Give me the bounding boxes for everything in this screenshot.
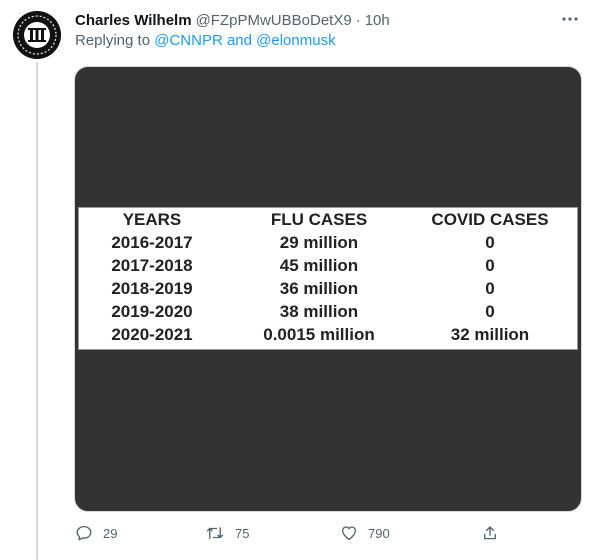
avatar[interactable]: [13, 11, 61, 59]
table-row: 2016-2017 29 million 0: [79, 233, 577, 257]
tweet-time[interactable]: 10h: [365, 12, 390, 29]
table-row: 2020-2021 0.0015 million 32 million: [79, 325, 577, 349]
table-row: 2018-2019 36 million 0: [79, 279, 577, 303]
retweet-icon: [206, 527, 224, 539]
mention-and[interactable]: and: [227, 32, 252, 49]
retweet-button[interactable]: 75: [205, 524, 249, 542]
flu-cell: 45 million: [279, 256, 359, 275]
share-icon: [484, 526, 496, 540]
header-years: YEARS: [122, 210, 182, 229]
table-header-row: YEARS FLU CASES COVID CASES: [79, 210, 577, 234]
covid-cell: 0: [485, 279, 495, 298]
covid-cell: 0: [485, 256, 495, 275]
flu-cell: 0.0015 million: [263, 325, 375, 344]
table-row: 2017-2018 45 million 0: [79, 256, 577, 280]
flu-cell: 36 million: [279, 279, 359, 298]
author-name[interactable]: Charles Wilhelm: [75, 12, 192, 29]
share-button[interactable]: [481, 524, 499, 542]
year-cell: 2018-2019: [111, 279, 193, 298]
year-cell: 2017-2018: [111, 256, 193, 275]
year-cell: 2020-2021: [111, 325, 193, 344]
separator-dot: ·: [355, 11, 361, 29]
flu-cell: 38 million: [279, 302, 359, 321]
header-flu-cases: FLU CASES: [270, 210, 368, 229]
author-handle[interactable]: @FZpPMwUBBoDetX9: [196, 12, 352, 29]
covid-cell: 0: [485, 233, 495, 252]
like-button[interactable]: 790: [340, 524, 390, 542]
year-cell: 2016-2017: [111, 233, 193, 252]
reply-count: 29: [103, 525, 118, 541]
flu-cell: 29 million: [279, 233, 359, 252]
covid-cell: 32 million: [450, 325, 530, 344]
year-cell: 2019-2020: [111, 302, 193, 321]
mention-cnnpr[interactable]: @CNNPR: [154, 32, 223, 49]
retweet-count: 75: [235, 525, 250, 541]
replying-prefix: Replying to: [75, 32, 151, 49]
tweet-header: Charles Wilhelm @FZpPMwUBBoDetX9 · 10h: [75, 10, 579, 30]
header-covid-cases: COVID CASES: [431, 210, 549, 229]
table-row: 2019-2020 38 million 0: [79, 302, 577, 326]
more-icon[interactable]: [559, 10, 581, 28]
action-bar: 29 75 790: [75, 524, 535, 546]
replying-to: Replying to @CNNPR and @elonmusk: [75, 32, 336, 49]
covid-cell: 0: [485, 302, 495, 321]
mention-elonmusk[interactable]: @elonmusk: [256, 32, 335, 49]
tweet-image[interactable]: YEARS FLU CASES COVID CASES 2016-2017 29…: [74, 66, 582, 512]
thread-line: [36, 62, 38, 560]
reply-button[interactable]: 29: [75, 524, 117, 542]
reply-icon: [76, 525, 92, 541]
like-icon: [341, 526, 357, 541]
cases-table: YEARS FLU CASES COVID CASES 2016-2017 29…: [78, 207, 578, 350]
like-count: 790: [368, 525, 390, 541]
avatar-logo: [13, 11, 61, 59]
